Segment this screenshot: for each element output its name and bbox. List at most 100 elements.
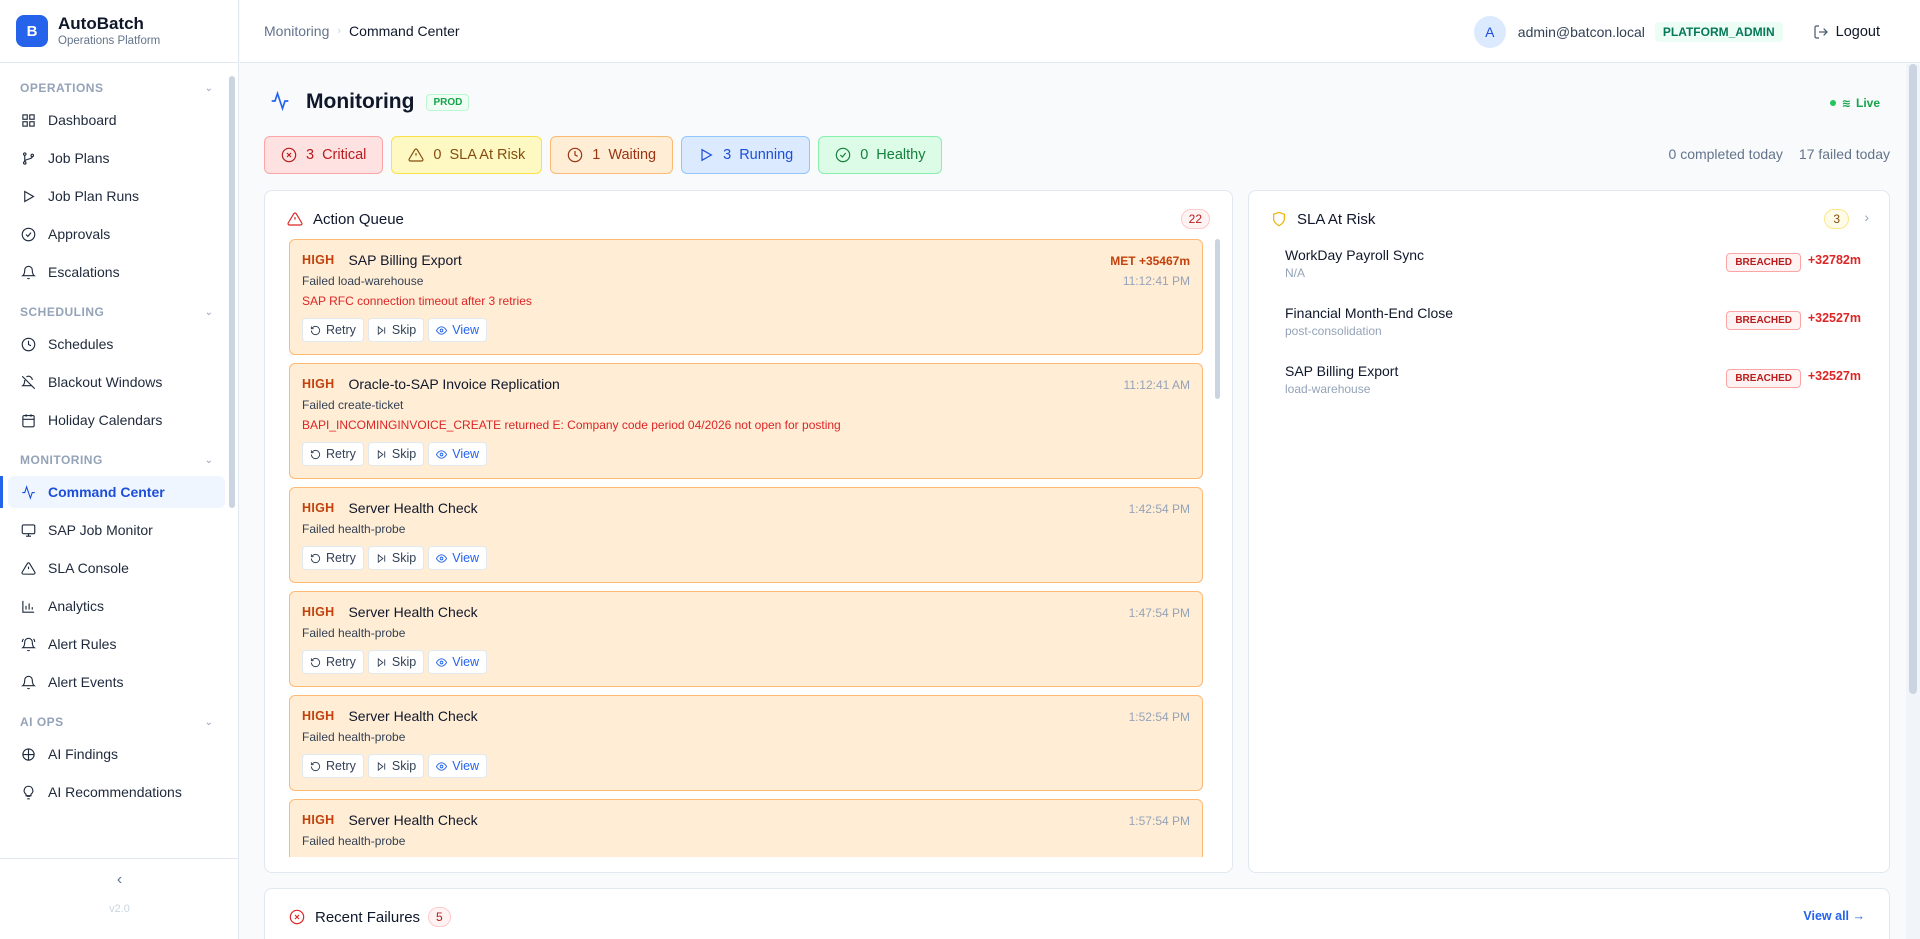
- status-pill-running[interactable]: 3 Running: [681, 136, 811, 174]
- eye-icon: [436, 553, 448, 563]
- view-button[interactable]: View: [428, 650, 488, 674]
- sidebar-item-ai-recommendations[interactable]: AI Recommendations: [8, 776, 225, 808]
- section-label: SCHEDULING: [20, 305, 105, 319]
- job-name: SAP Billing Export: [348, 252, 462, 268]
- brand[interactable]: B AutoBatch Operations Platform: [0, 0, 238, 63]
- view-button[interactable]: View: [428, 442, 488, 466]
- action-queue-item[interactable]: HIGH Server Health Check 1:47:54 PM Failed …: [289, 591, 1203, 687]
- action-queue-item[interactable]: HIGH SAP Billing Export MET +35467m 11:12:4…: [289, 239, 1203, 355]
- view-button[interactable]: View: [428, 318, 488, 342]
- sidebar-item-sap-job-monitor[interactable]: SAP Job Monitor: [8, 514, 225, 546]
- action-queue-card: Action Queue 22 HIGH SAP Billing Export ME…: [264, 190, 1233, 873]
- view-all-link[interactable]: View all →: [1803, 909, 1865, 923]
- action-queue-scrollbar[interactable]: [1215, 239, 1220, 399]
- collapse-sidebar-button[interactable]: ‹: [0, 871, 239, 889]
- recent-failures-count: 5: [428, 907, 451, 927]
- retry-button[interactable]: Retry: [302, 442, 364, 466]
- sidebar-item-label: AI Recommendations: [48, 784, 182, 800]
- sidebar-footer: ‹ v2.0: [0, 858, 239, 939]
- breached-badge: BREACHED: [1726, 311, 1801, 330]
- sidebar-item-ai-findings[interactable]: AI Findings: [8, 738, 225, 770]
- retry-button[interactable]: Retry: [302, 318, 364, 342]
- page-title: Monitoring: [306, 90, 415, 113]
- skip-icon: [377, 553, 386, 563]
- action-queue-item[interactable]: HIGH Oracle-to-SAP Invoice Replication 11:…: [289, 363, 1203, 479]
- job-name: Server Health Check: [348, 500, 478, 516]
- avatar[interactable]: A: [1473, 15, 1506, 48]
- retry-button[interactable]: Retry: [302, 754, 364, 778]
- sidebar-item-dashboard[interactable]: Dashboard: [8, 104, 225, 136]
- sidebar-item-job-plan-runs[interactable]: Job Plan Runs: [8, 180, 225, 212]
- sidebar-item-alert-rules[interactable]: Alert Rules: [8, 628, 225, 660]
- skip-button[interactable]: Skip: [367, 318, 425, 342]
- alert-time: 11:12:41 PM: [1122, 274, 1190, 288]
- activity-icon: [20, 484, 36, 500]
- section-header-operations[interactable]: OPERATIONS ⌄: [0, 78, 239, 98]
- sla-item[interactable]: WorkDay Payroll Sync N/A BREACHED +32782m: [1285, 247, 1861, 293]
- retry-button[interactable]: Retry: [302, 650, 364, 674]
- sla-met-label: MET +35467m: [1110, 254, 1190, 268]
- severity-badge: HIGH: [302, 253, 335, 267]
- sla-item[interactable]: Financial Month-End Close post-consolidat…: [1285, 305, 1861, 351]
- check-circle-icon: [20, 226, 36, 242]
- status-pill-label: Waiting: [608, 147, 657, 163]
- skip-button[interactable]: Skip: [367, 546, 425, 570]
- section-label: OPERATIONS: [20, 81, 104, 95]
- section-header-ai-ops[interactable]: AI OPS ⌄: [0, 712, 239, 732]
- sidebar: B AutoBatch Operations Platform OPERATIO…: [0, 0, 239, 939]
- breadcrumb-monitoring[interactable]: Monitoring: [264, 23, 329, 39]
- check-circle-icon: [835, 147, 851, 163]
- sidebar-item-blackout-windows[interactable]: Blackout Windows: [8, 366, 225, 398]
- action-queue-item[interactable]: HIGH Server Health Check 1:42:54 PM Failed …: [289, 487, 1203, 583]
- sidebar-item-sla-console[interactable]: SLA Console: [8, 552, 225, 584]
- sidebar-item-analytics[interactable]: Analytics: [8, 590, 225, 622]
- sidebar-item-label: Dashboard: [48, 112, 117, 128]
- bell-icon: [20, 674, 36, 690]
- job-name: Server Health Check: [348, 604, 478, 620]
- sidebar-item-alert-events[interactable]: Alert Events: [8, 666, 225, 698]
- sidebar-item-command-center[interactable]: Command Center: [0, 476, 225, 508]
- section-header-monitoring[interactable]: MONITORING ⌄: [0, 450, 239, 470]
- brand-name: AutoBatch: [58, 14, 144, 33]
- completed-today: 0 completed today: [1668, 146, 1783, 162]
- action-queue-item[interactable]: HIGH Server Health Check 1:52:54 PM Failed …: [289, 695, 1203, 791]
- x-circle-icon: [281, 147, 297, 163]
- activity-icon: [270, 90, 290, 114]
- brand-logo: B: [16, 15, 48, 47]
- sidebar-item-label: Holiday Calendars: [48, 412, 163, 428]
- overdue-time: +32527m: [1807, 311, 1861, 325]
- action-queue-item[interactable]: HIGH Server Health Check 1:57:54 PM Failed …: [289, 799, 1203, 857]
- section-header-scheduling[interactable]: SCHEDULING ⌄: [0, 302, 239, 322]
- skip-button[interactable]: Skip: [367, 650, 425, 674]
- sidebar-item-label: Schedules: [48, 336, 114, 352]
- sla-item[interactable]: SAP Billing Export load-warehouse BREACHED…: [1285, 363, 1861, 409]
- sidebar-item-job-plans[interactable]: Job Plans: [8, 142, 225, 174]
- sidebar-scrollbar[interactable]: [229, 76, 235, 508]
- status-pill-waiting[interactable]: 1 Waiting: [550, 136, 674, 174]
- sidebar-item-holiday-calendars[interactable]: Holiday Calendars: [8, 404, 225, 436]
- eye-icon: [436, 449, 448, 459]
- severity-badge: HIGH: [302, 377, 335, 391]
- clock-icon: [567, 147, 583, 163]
- status-pill-count: 1: [592, 147, 601, 163]
- retry-button[interactable]: Retry: [302, 546, 364, 570]
- skip-button[interactable]: Skip: [367, 754, 425, 778]
- severity-badge: HIGH: [302, 605, 335, 619]
- bar-chart-icon: [20, 598, 36, 614]
- status-pill-healthy[interactable]: 0 Healthy: [818, 136, 943, 174]
- user-area: A admin@batcon.local PLATFORM_ADMIN Logo…: [1473, 0, 1880, 63]
- logout-button[interactable]: Logout: [1813, 24, 1880, 40]
- main-scrollbar[interactable]: [1909, 64, 1917, 694]
- sidebar-item-approvals[interactable]: Approvals: [8, 218, 225, 250]
- sidebar-item-escalations[interactable]: Escalations: [8, 256, 225, 288]
- view-button[interactable]: View: [428, 754, 488, 778]
- view-button[interactable]: View: [428, 546, 488, 570]
- sidebar-item-schedules[interactable]: Schedules: [8, 328, 225, 360]
- skip-button[interactable]: Skip: [367, 442, 425, 466]
- brain-icon: [20, 746, 36, 762]
- status-pill-sla[interactable]: 0 SLA At Risk: [391, 136, 543, 174]
- alert-time: 1:52:54 PM: [1128, 710, 1190, 724]
- skip-label: Skip: [391, 551, 417, 565]
- chevron-right-icon[interactable]: ›: [1864, 209, 1869, 225]
- status-pill-critical[interactable]: 3 Critical: [264, 136, 384, 174]
